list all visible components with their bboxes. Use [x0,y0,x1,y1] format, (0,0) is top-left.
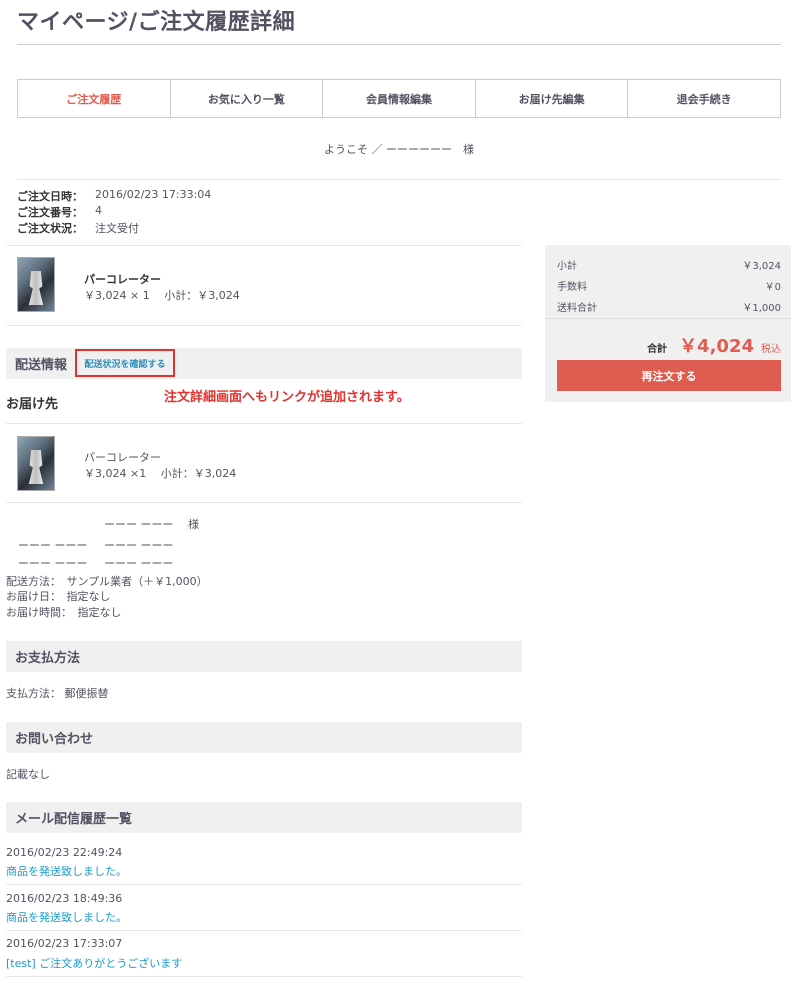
welcome-message: ようこそ ／ ーーーーーー 様 [324,143,474,156]
mail-history-heading: メール配信履歴一覧 [6,802,522,833]
destination-heading: お届け先 [6,397,59,412]
reorder-button[interactable]: 再注文する [557,360,781,391]
order-number-label: ご注文番号： [17,206,83,219]
divider [6,325,522,326]
tax-label: 税込 [761,344,781,355]
mail-subject-link[interactable]: [test] ご注文ありがとうございます [6,955,182,971]
tab-delivery-edit[interactable]: お届け先編集 [476,80,629,117]
divider [17,179,781,180]
recipient-name: ーーー ーーー 様 [104,518,199,531]
payment-heading: お支払方法 [6,641,522,672]
annotation-note: 注文詳細画面へもリンクが追加されます。 [164,390,410,405]
total-row: 合計 ￥4,024 税込 [557,332,781,358]
shipping-label: 送料合計 [557,303,597,314]
mypage-tabs: ご注文履歴 お気に入り一覧 会員情報編集 お届け先編集 退会手続き [17,79,781,118]
divider [6,930,522,931]
mail-date: 2016/02/23 22:49:24 [6,846,123,859]
page-title: マイページ/ご注文履歴詳細 [17,10,296,35]
subtotal-value: ￥3,024 [742,261,781,272]
order-status-label: ご注文状況： [17,222,83,235]
product-name[interactable]: パーコレーター [84,271,161,287]
title-divider [17,44,781,45]
divider [545,318,791,319]
inquiry-text: 記載なし [6,768,50,781]
order-status-row: ご注文状況： 注文受付 [17,220,139,236]
delivery-product-name: パーコレーター [84,451,161,464]
track-delivery-link[interactable]: 配送状況を確認する [75,349,175,377]
delivery-heading-label: 配送情報 [15,358,68,373]
address-line-2b: ーーー ーーー [104,557,174,570]
shipping-row: 送料合計 ￥1,000 [557,299,781,314]
delivery-date: お届け日： 指定なし [6,590,111,603]
inquiry-heading-label: お問い合わせ [15,732,94,747]
tab-order-history[interactable]: ご注文履歴 [18,80,171,117]
address-line-1a: ーーー ーーー [18,539,88,552]
delivery-method: 配送方法： サンプル業者（＋￥1,000） [6,575,208,588]
divider [6,976,522,977]
delivery-time: お届け時間： 指定なし [6,606,122,619]
order-number: 4 [95,204,102,217]
divider [6,502,522,503]
tab-member-edit[interactable]: 会員情報編集 [323,80,476,117]
product-thumbnail[interactable] [17,257,55,312]
mail-history-heading-label: メール配信履歴一覧 [15,812,133,827]
mail-subject-link[interactable]: 商品を発送致しました。 [6,909,127,925]
mail-date: 2016/02/23 18:49:36 [6,892,123,905]
shipping-value: ￥1,000 [742,303,781,314]
percolator-image [28,271,44,305]
order-summary: 小計 ￥3,024 手数料 ￥0 送料合計 ￥1,000 合計 ￥4,024 税… [545,245,791,402]
tab-withdraw[interactable]: 退会手続き [628,80,780,117]
order-status: 注文受付 [95,222,139,235]
address-line-2a: ーーー ーーー [18,557,88,570]
payment-method: 支払方法： 郵便振替 [6,687,109,700]
percolator-image [28,450,44,484]
order-date-label: ご注文日時： [17,190,83,203]
product-price-line: ￥3,024 × 1 小計：￥3,024 [84,289,240,302]
inquiry-heading: お問い合わせ [6,722,522,753]
subtotal-label: 小計 [557,261,577,272]
total-label: 合計 [647,344,668,355]
divider [6,884,522,885]
order-date-row: ご注文日時： 2016/02/23 17:33:04 [17,188,211,204]
payment-heading-label: お支払方法 [15,651,81,666]
fee-label: 手数料 [557,282,587,293]
total-value: ￥4,024 [679,336,754,357]
order-date: 2016/02/23 17:33:04 [95,188,212,201]
divider [6,423,522,424]
delivery-product-price-line: ￥3,024 ×1 小計：￥3,024 [84,467,237,480]
mail-subject-link[interactable]: 商品を発送致しました。 [6,863,127,879]
mail-date: 2016/02/23 17:33:07 [6,937,123,950]
product-thumbnail[interactable] [17,436,55,491]
divider [6,245,522,246]
address-line-1b: ーーー ーーー [104,539,174,552]
order-number-row: ご注文番号： 4 [17,204,102,220]
fee-row: 手数料 ￥0 [557,278,781,293]
subtotal-row: 小計 ￥3,024 [557,257,781,272]
tab-favorites[interactable]: お気に入り一覧 [171,80,324,117]
fee-value: ￥0 [764,282,781,293]
